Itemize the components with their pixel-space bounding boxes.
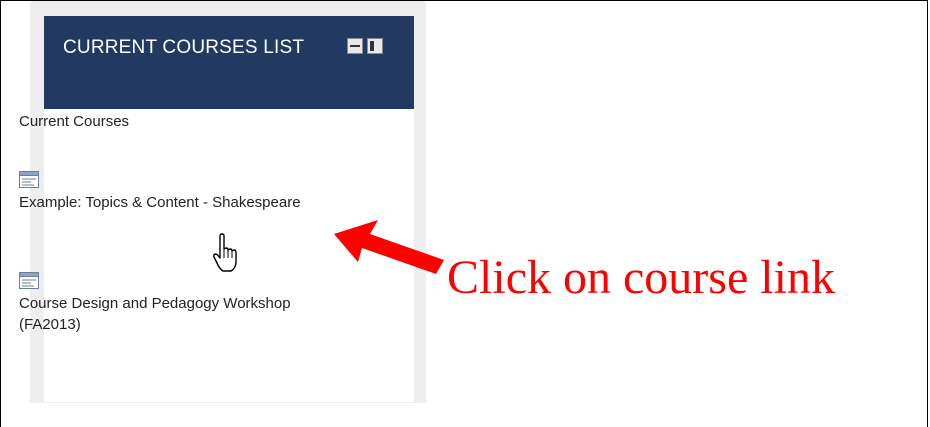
block-title: CURRENT COURSES LIST [63,37,305,58]
course-icon [19,171,39,188]
section-label: Current Courses [19,113,130,130]
course-link-shakespeare[interactable]: Example: Topics & Content - Shakespeare [19,171,319,213]
hand-cursor-icon [213,233,237,272]
red-arrow-icon [334,220,444,274]
dock-icon[interactable] [367,38,383,54]
course-link-label: Course Design and Pedagogy Workshop (FA2… [19,295,291,333]
callout-text: Click on course link [447,251,835,304]
course-link-label: Example: Topics & Content - Shakespeare [19,194,301,211]
course-link-design-workshop[interactable]: Course Design and Pedagogy Workshop (FA2… [19,272,319,335]
course-icon [19,272,39,289]
block-header: CURRENT COURSES LIST [44,16,414,109]
minimize-icon[interactable] [347,38,363,54]
